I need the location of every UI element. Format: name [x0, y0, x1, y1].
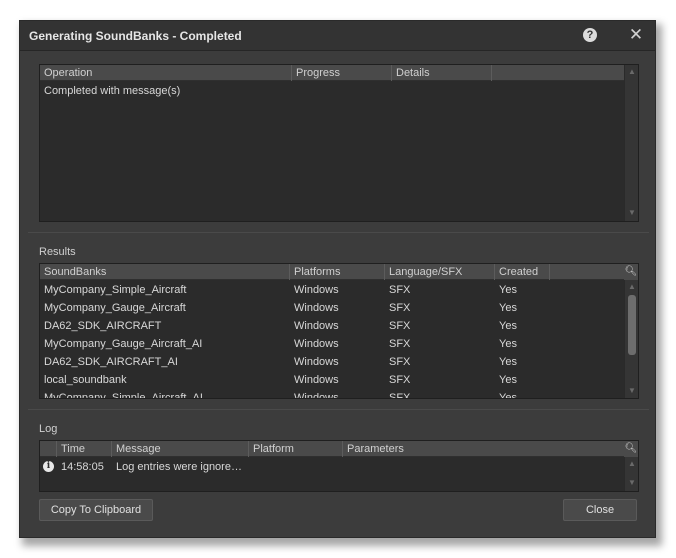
table-row[interactable]: DA62_SDK_AIRCRAFT Windows SFX Yes	[40, 317, 638, 335]
close-button[interactable]: Close	[563, 499, 637, 521]
info-icon: i	[43, 461, 54, 472]
table-row[interactable]: MyCompany_Simple_Aircraft Windows SFX Yes	[40, 281, 638, 299]
platform-cell: Windows	[294, 374, 339, 386]
soundbank-cell: DA62_SDK_AIRCRAFT	[44, 320, 162, 332]
log-table: Time Message Platform Parameters i 14:58…	[39, 440, 639, 492]
language-cell: SFX	[389, 284, 411, 296]
log-platform-cell	[249, 458, 343, 476]
platform-cell: Windows	[294, 302, 339, 314]
results-header: SoundBanks Platforms Language/SFX Create…	[40, 264, 638, 280]
copy-to-clipboard-button[interactable]: Copy To Clipboard	[39, 499, 153, 521]
column-header-message[interactable]: Message	[112, 441, 249, 457]
log-time-cell: 14:58:05	[61, 461, 104, 473]
table-row[interactable]: local_soundbank Windows SFX Yes	[40, 371, 638, 389]
language-cell: SFX	[389, 320, 411, 332]
scroll-down-icon[interactable]: ▼	[625, 477, 638, 489]
scroll-thumb[interactable]	[628, 295, 636, 355]
column-header-progress[interactable]: Progress	[292, 65, 392, 81]
platform-cell: Windows	[294, 392, 339, 399]
soundbank-cell: MyCompany_Simple_Aircraft	[44, 284, 187, 296]
language-cell: SFX	[389, 338, 411, 350]
results-table: SoundBanks Platforms Language/SFX Create…	[39, 263, 639, 399]
table-row[interactable]: MyCompany_Gauge_Aircraft Windows SFX Yes	[40, 299, 638, 317]
scroll-up-icon[interactable]: ▲	[625, 281, 638, 293]
column-header-details[interactable]: Details	[392, 65, 492, 81]
column-header-operation[interactable]: Operation	[40, 65, 292, 81]
created-cell: Yes	[499, 356, 517, 368]
progress-cell	[292, 82, 392, 100]
created-cell: Yes	[499, 392, 517, 399]
platform-cell: Windows	[294, 284, 339, 296]
platform-cell: Windows	[294, 338, 339, 350]
log-parameters-cell	[343, 458, 623, 476]
table-row[interactable]: i 14:58:05 Log entries were ignore…	[40, 458, 638, 476]
soundbank-cell: MyCompany_Gauge_Aircraft_AI	[44, 338, 203, 350]
scroll-down-icon[interactable]: ▼	[625, 207, 638, 219]
help-icon[interactable]: ?	[583, 28, 597, 42]
details-cell	[392, 82, 492, 100]
created-cell: Yes	[499, 338, 517, 350]
soundbank-dialog: Generating SoundBanks - Completed ? ✕ Op…	[19, 20, 656, 538]
created-cell: Yes	[499, 374, 517, 386]
column-header-platform[interactable]: Platform	[249, 441, 343, 457]
created-cell: Yes	[499, 320, 517, 332]
log-scrollbar[interactable]: ▲ ▼	[624, 457, 638, 491]
results-scrollbar[interactable]: ▲ ▼	[624, 280, 638, 398]
soundbank-cell: local_soundbank	[44, 374, 127, 386]
soundbank-cell: DA62_SDK_AIRCRAFT_AI	[44, 356, 178, 368]
table-row[interactable]: Completed with message(s)	[40, 82, 638, 100]
language-cell: SFX	[389, 302, 411, 314]
column-header-platforms[interactable]: Platforms	[290, 264, 385, 280]
language-cell: SFX	[389, 374, 411, 386]
operations-scrollbar[interactable]: ▲ ▼	[624, 65, 638, 221]
soundbank-cell: MyCompany_Gauge_Aircraft	[44, 302, 186, 314]
language-cell: SFX	[389, 356, 411, 368]
column-header-soundbanks[interactable]: SoundBanks	[40, 264, 290, 280]
platform-cell: Windows	[294, 320, 339, 332]
column-header-language-sfx[interactable]: Language/SFX	[385, 264, 495, 280]
column-header-icon	[40, 441, 57, 457]
created-cell: Yes	[499, 302, 517, 314]
scroll-down-icon[interactable]: ▼	[625, 385, 638, 397]
soundbank-cell: MyCompany_Simple_Aircraft_AI	[44, 392, 203, 399]
title-bar: Generating SoundBanks - Completed ? ✕	[20, 21, 655, 51]
table-row[interactable]: MyCompany_Gauge_Aircraft_AI Windows SFX Yes	[40, 335, 638, 353]
log-header: Time Message Platform Parameters	[40, 441, 638, 457]
log-message-cell: Log entries were ignore…	[116, 461, 242, 473]
platform-cell: Windows	[294, 356, 339, 368]
close-icon[interactable]: ✕	[626, 24, 646, 46]
operations-table: Operation Progress Details Completed wit…	[39, 64, 639, 222]
table-row[interactable]: DA62_SDK_AIRCRAFT_AI Windows SFX Yes	[40, 353, 638, 371]
column-header-time[interactable]: Time	[57, 441, 112, 457]
table-row[interactable]: MyCompany_Simple_Aircraft_AI Windows SFX Ye…	[40, 389, 638, 399]
scroll-up-icon[interactable]: ▲	[625, 458, 638, 470]
operations-header: Operation Progress Details	[40, 65, 638, 81]
log-label: Log	[39, 423, 58, 435]
results-label: Results	[39, 246, 76, 258]
column-header-created[interactable]: Created	[495, 264, 550, 280]
search-icon[interactable]: 🔍︎	[624, 264, 638, 280]
operation-cell: Completed with message(s)	[44, 85, 181, 97]
created-cell: Yes	[499, 284, 517, 296]
divider	[28, 409, 649, 410]
divider	[28, 232, 649, 233]
scroll-up-icon[interactable]: ▲	[625, 66, 638, 78]
language-cell: SFX	[389, 392, 411, 399]
column-header-parameters[interactable]: Parameters	[343, 441, 623, 457]
search-icon[interactable]: 🔍︎	[624, 441, 638, 457]
window-title: Generating SoundBanks - Completed	[29, 29, 242, 43]
